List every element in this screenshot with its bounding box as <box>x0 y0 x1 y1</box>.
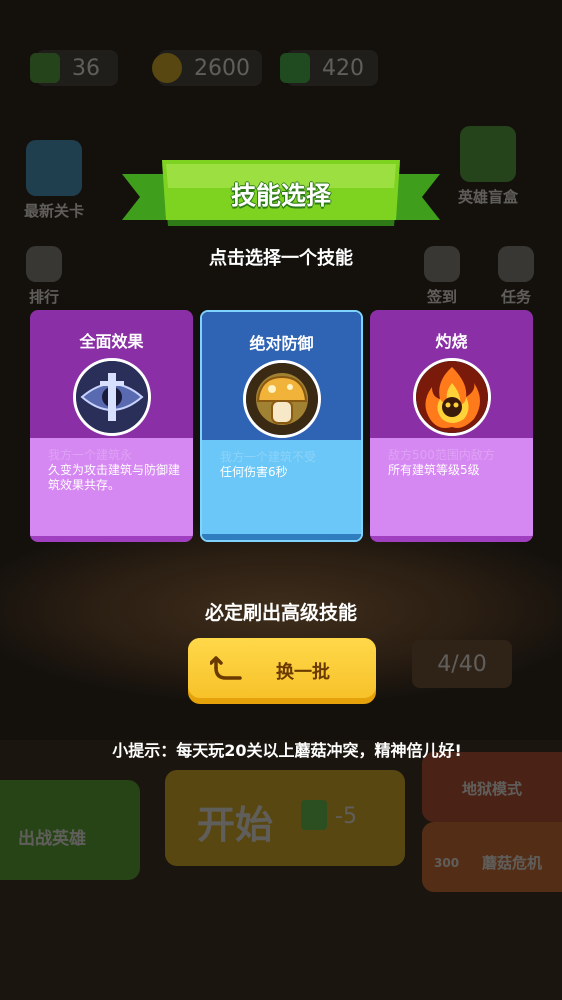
mushroom-crisis-button[interactable]: 300 蘑菇危机 <box>422 822 562 892</box>
card-shelf <box>202 534 361 540</box>
signin-label: 签到 <box>426 288 457 306</box>
energy-icon <box>30 53 60 83</box>
tip-text: 小提示：每天玩20关以上蘑菇冲突，精神倍儿好! <box>112 741 462 760</box>
mushroom-crisis-label: 蘑菇危机 <box>482 854 543 872</box>
skill-name: 灼烧 <box>435 332 468 351</box>
skill-name: 绝对防御 <box>249 334 314 353</box>
start-label: 开始 <box>197 803 274 847</box>
skill-description-text: 久变为攻击建筑与防御建筑效果共存。 <box>48 463 181 492</box>
card-shelf <box>30 536 193 542</box>
refresh-button[interactable]: 换一批 <box>188 638 376 704</box>
skill-card-burn[interactable]: 灼烧 敌方500范围内敌方 所有建筑等级5级 <box>370 310 533 542</box>
skill-description-faded: 我方一个建筑不受 <box>220 450 317 464</box>
coin-counter[interactable]: 2600 <box>152 50 262 86</box>
coin-value: 2600 <box>194 55 250 81</box>
level-progress: 4/40 <box>412 640 512 688</box>
energy-cost-icon <box>301 800 327 830</box>
refresh-label: 换一批 <box>276 662 330 683</box>
skill-description-text: 任何伤害6秒 <box>220 465 288 479</box>
coin-icon <box>152 53 182 83</box>
ranking-label: 排行 <box>28 288 59 306</box>
energy-counter[interactable]: 36 <box>30 50 118 86</box>
energy-value: 36 <box>72 55 100 81</box>
crisis-cost: 300 <box>434 856 460 870</box>
deploy-heroes-button[interactable]: 出战英雄 <box>0 780 140 880</box>
skill-description-text: 所有建筑等级5级 <box>388 463 480 477</box>
tasks-label: 任务 <box>500 288 531 306</box>
skill-description-faded: 我方一个建筑永 <box>48 448 133 462</box>
guarantee-text: 必定刷出高级技能 <box>204 602 357 624</box>
gem-counter[interactable]: 420 <box>280 50 378 86</box>
skill-card-absolute-defense[interactable]: 绝对防御 我方一个建筑不受 任何伤害6秒 <box>200 310 363 542</box>
latest-level-label: 最新关卡 <box>24 202 85 220</box>
gem-icon <box>280 53 310 83</box>
skill-card-comprehensive[interactable]: 全面效果 我方一个建筑永 久变为攻击建筑与防御建筑效果共存。 <box>30 310 193 542</box>
modal-subtitle: 点击选择一个技能 <box>209 248 353 269</box>
deploy-heroes-label: 出战英雄 <box>18 829 86 849</box>
latest-level-button[interactable]: 最新关卡 <box>24 140 84 221</box>
fire-icon <box>413 358 491 436</box>
skill-description: 我方一个建筑永 久变为攻击建筑与防御建筑效果共存。 <box>48 448 181 493</box>
modal-title: 技能选择 <box>230 181 331 210</box>
map-icon <box>26 140 82 196</box>
hero-blindbox-button[interactable]: 英雄盲盒 <box>458 126 518 207</box>
hero-blindbox-label: 英雄盲盒 <box>458 188 519 206</box>
hell-mode-label: 地狱模式 <box>462 780 523 798</box>
skill-description: 我方一个建筑不受 任何伤害6秒 <box>220 450 349 480</box>
card-shelf <box>370 536 533 542</box>
title-banner: 技能选择 <box>122 158 440 232</box>
eye-sword-icon <box>73 358 151 436</box>
skill-description-faded: 敌方500范围内敌方 <box>388 448 495 462</box>
skill-description: 敌方500范围内敌方 所有建筑等级5级 <box>388 448 521 478</box>
refresh-icon <box>209 654 244 688</box>
gem-value: 420 <box>322 55 364 81</box>
skill-name: 全面效果 <box>79 332 144 351</box>
start-button[interactable]: 开始 -5 <box>165 770 405 866</box>
start-cost: -5 <box>335 804 357 829</box>
blindbox-icon <box>460 126 516 182</box>
mushroom-shield-icon <box>243 360 321 438</box>
